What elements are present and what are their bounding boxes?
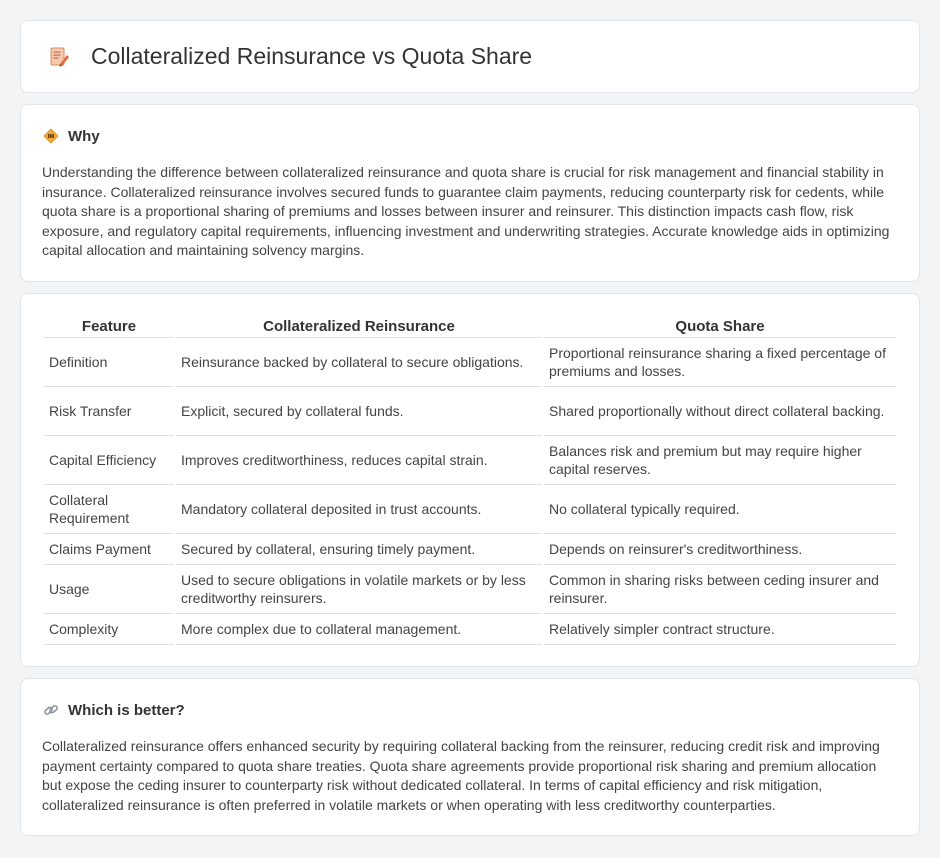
feature-cell: Collateral Requirement: [44, 485, 174, 534]
better-section: Which is better? Collateralized reinsura…: [20, 678, 920, 836]
document-pencil-icon: [47, 45, 71, 69]
table-row: Claims Payment Secured by collateral, en…: [44, 534, 896, 565]
collateralized-cell: Improves creditworthiness, reduces capit…: [176, 436, 542, 485]
quota-share-cell: Common in sharing risks between ceding i…: [544, 565, 896, 614]
quota-share-cell: Relatively simpler contract structure.: [544, 614, 896, 645]
feature-cell: Risk Transfer: [44, 387, 174, 436]
why-section: Why Understanding the difference between…: [20, 104, 920, 282]
table-row: Complexity More complex due to collatera…: [44, 614, 896, 645]
table-row: Capital Efficiency Improves creditworthi…: [44, 436, 896, 485]
feature-cell: Complexity: [44, 614, 174, 645]
better-title: Which is better?: [68, 701, 185, 719]
page-title: Collateralized Reinsurance vs Quota Shar…: [91, 43, 533, 69]
quota-share-cell: Depends on reinsurer's creditworthiness.: [544, 534, 896, 565]
feature-cell: Usage: [44, 565, 174, 614]
quota-share-cell: Proportional reinsurance sharing a fixed…: [544, 338, 896, 387]
why-title: Why: [68, 127, 100, 145]
table-header-row: Feature Collateralized Reinsurance Quota…: [44, 314, 896, 338]
feature-cell: Claims Payment: [44, 534, 174, 565]
collateralized-cell: Secured by collateral, ensuring timely p…: [176, 534, 542, 565]
feature-cell: Capital Efficiency: [44, 436, 174, 485]
why-header: Why: [42, 127, 898, 145]
why-text: Understanding the difference between col…: [42, 164, 890, 259]
header-card: Collateralized Reinsurance vs Quota Shar…: [20, 20, 920, 93]
diamond-sign-icon: [42, 127, 60, 145]
table-row: Risk Transfer Explicit, secured by colla…: [44, 387, 896, 436]
table-row: Collateral Requirement Mandatory collate…: [44, 485, 896, 534]
collateralized-cell: Mandatory collateral deposited in trust …: [176, 485, 542, 534]
better-header: Which is better?: [42, 701, 898, 719]
collateralized-cell: Reinsurance backed by collateral to secu…: [176, 338, 542, 387]
feature-cell: Definition: [44, 338, 174, 387]
quota-share-cell: No collateral typically required.: [544, 485, 896, 534]
collateralized-cell: Used to secure obligations in volatile m…: [176, 565, 542, 614]
quota-share-cell: Shared proportionally without direct col…: [544, 387, 896, 436]
link-icon: [42, 701, 60, 719]
comparison-table-card: Feature Collateralized Reinsurance Quota…: [20, 293, 920, 667]
comparison-table: Feature Collateralized Reinsurance Quota…: [42, 314, 898, 645]
header-quota-share: Quota Share: [544, 314, 896, 338]
better-text: Collateralized reinsurance offers enhanc…: [42, 738, 880, 813]
table-row: Definition Reinsurance backed by collate…: [44, 338, 896, 387]
header-feature: Feature: [44, 314, 174, 338]
table-row: Usage Used to secure obligations in vola…: [44, 565, 896, 614]
quota-share-cell: Balances risk and premium but may requir…: [544, 436, 896, 485]
collateralized-cell: Explicit, secured by collateral funds.: [176, 387, 542, 436]
collateralized-cell: More complex due to collateral managemen…: [176, 614, 542, 645]
header-collateralized: Collateralized Reinsurance: [176, 314, 542, 338]
